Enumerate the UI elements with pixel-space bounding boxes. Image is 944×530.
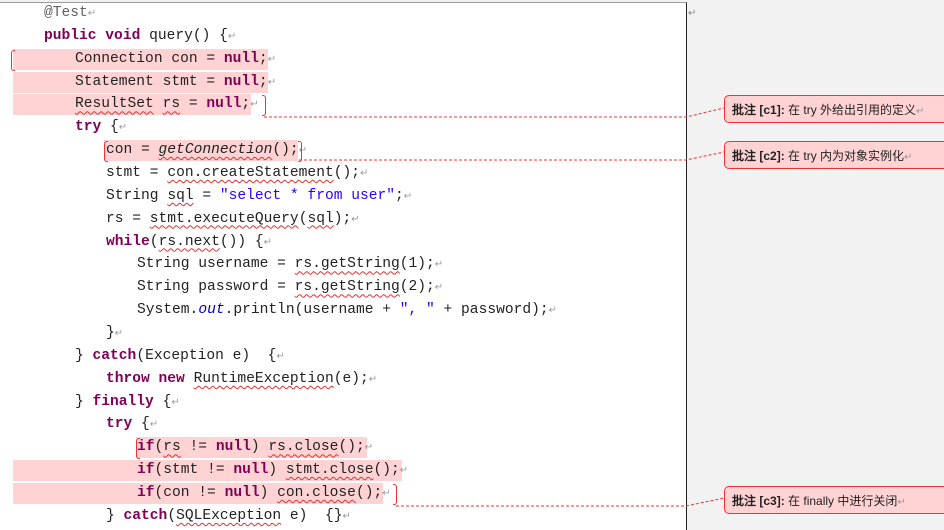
comment-label: 批注 — [732, 494, 757, 508]
comment-text: 在 try 外给出引用的定义 — [784, 103, 917, 117]
paragraph-mark: ↵ — [916, 106, 925, 117]
paragraph-mark: ↵ — [897, 497, 906, 508]
comment-balloon-c3[interactable]: 批注 [c3]: 在 finally 中进行关闭↵ — [724, 486, 944, 514]
comment-text: 在 try 内为对象实例化 — [784, 149, 905, 163]
comment-link-c3 — [396, 497, 725, 507]
comment-link-c1 — [264, 107, 725, 118]
comment-label: 批注 — [732, 149, 757, 163]
comment-balloon-c1[interactable]: 批注 [c1]: 在 try 外给出引用的定义↵ — [724, 95, 944, 123]
comment-id: [c2]: — [759, 149, 785, 163]
comment-link-c2 — [299, 151, 725, 161]
comment-id: [c1]: — [759, 103, 785, 117]
paragraph-mark: ↵ — [904, 152, 913, 163]
comment-text: 在 finally 中进行关闭 — [784, 494, 898, 508]
comment-label: 批注 — [732, 103, 757, 117]
comment-id: [c3]: — [759, 494, 785, 508]
comment-connectors — [264, 107, 725, 507]
comment-balloon-c2[interactable]: 批注 [c2]: 在 try 内为对象实例化↵ — [724, 141, 944, 169]
